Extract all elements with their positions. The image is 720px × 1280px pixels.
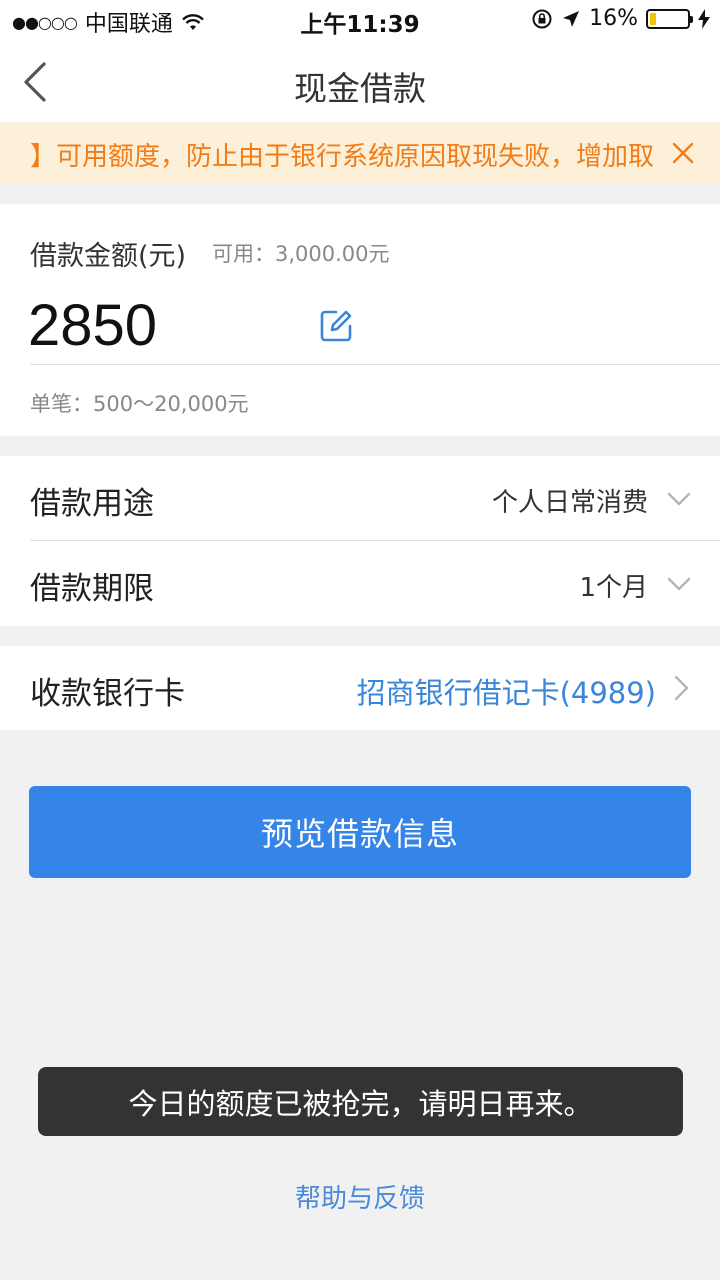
- loan-purpose-row[interactable]: 借款用途 个人日常消费: [0, 456, 720, 541]
- bank-card-value: 招商银行借记卡(4989): [356, 676, 656, 710]
- amount-input[interactable]: 2850: [28, 292, 157, 359]
- loan-term-row[interactable]: 借款期限 1个月: [0, 541, 720, 625]
- notice-text: 】可用额度，防止由于银行系统原因取现失败，增加取: [30, 142, 655, 172]
- status-bar: ●●○○○ 中国联通 上午11:39 16%: [0, 0, 720, 40]
- available-amount: 可用：3,000.00元: [212, 242, 390, 266]
- page-title: 现金借款: [294, 69, 426, 108]
- nav-bar: 现金借款: [0, 40, 720, 122]
- orientation-lock-icon: [532, 9, 552, 28]
- loan-term-label: 借款期限: [30, 571, 154, 607]
- battery-percent: 16%: [589, 6, 638, 31]
- close-icon[interactable]: [668, 138, 698, 168]
- amount-range: 单笔：500～20,000元: [30, 392, 249, 416]
- battery-icon: [646, 8, 693, 29]
- chevron-down-icon: [667, 577, 691, 591]
- chevron-down-icon: [667, 492, 691, 506]
- loan-purpose-value: 个人日常消费: [491, 488, 648, 518]
- toast-message: 今日的额度已被抢完，请明日再来。: [38, 1067, 683, 1136]
- amount-label: 借款金额(元): [30, 241, 187, 272]
- help-feedback-link[interactable]: 帮助与反馈: [0, 1178, 720, 1215]
- battery-fill: [650, 12, 656, 25]
- bank-card-label: 收款银行卡: [30, 676, 185, 712]
- edit-icon[interactable]: [318, 308, 354, 344]
- loan-term-value: 1个月: [579, 573, 648, 603]
- notice-banner: 】可用额度，防止由于银行系统原因取现失败，增加取: [0, 122, 720, 184]
- bank-card-row[interactable]: 收款银行卡 招商银行借记卡(4989): [0, 646, 720, 730]
- location-arrow-icon: [563, 10, 580, 27]
- loan-purpose-label: 借款用途: [30, 486, 154, 522]
- charging-bolt-icon: [698, 8, 710, 29]
- chevron-right-icon: [674, 675, 689, 701]
- preview-loan-button[interactable]: 预览借款信息: [29, 786, 691, 878]
- divider: [30, 364, 720, 365]
- status-right: 16%: [531, 6, 710, 31]
- amount-card: 借款金额(元) 可用：3,000.00元 2850 单笔：500～20,000元: [0, 204, 720, 436]
- options-card: 借款用途 个人日常消费 借款期限 1个月: [0, 456, 720, 626]
